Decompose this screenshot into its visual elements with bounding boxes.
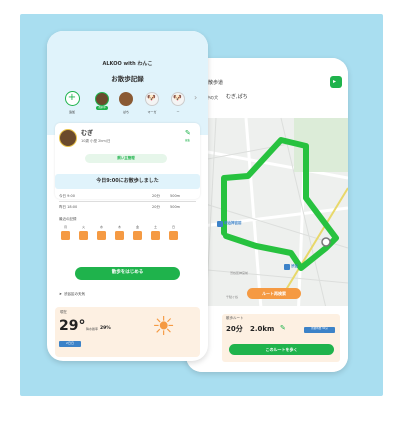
weekday-label: 日 (171, 225, 175, 229)
dog-avatar-marga[interactable]: 🐶 (145, 92, 159, 106)
current-location-marker (321, 237, 331, 247)
app-title: ALKOO with わんこ (102, 61, 153, 67)
walk-distance-yesterday: 500m (170, 205, 181, 209)
dog-label-pachi: ぱち (122, 110, 129, 114)
layers-button[interactable]: ▸ (330, 76, 342, 88)
route-title: 散歩ルート (226, 316, 244, 320)
weather-tag: 2日日 (59, 341, 81, 347)
dog-avatar-pachi[interactable] (119, 92, 133, 106)
dog-face-icon: 🐶 (147, 94, 156, 102)
map-header-title: 散歩道 (208, 80, 224, 86)
section-title: お散歩記録 (111, 75, 144, 83)
walk-label-today: 今日 9:00 (59, 194, 75, 198)
station-label: 明治神宮前 (224, 221, 242, 225)
walk-day-badge[interactable] (97, 231, 106, 240)
add-dog-label: 追加 (68, 110, 75, 114)
temperature-value: 29° (59, 318, 86, 334)
edit-label: 編集 (185, 139, 191, 142)
map-phone-screen: ‹ 散歩道 選択中の犬 むぎ,ぱち ▸ 明治神宮前 渋谷 渋谷区神宮前 千駄ヶ谷… (186, 58, 348, 372)
metro-label: 渋谷 (291, 264, 298, 268)
divider (59, 201, 196, 202)
dog-avatar-mugi[interactable] (95, 92, 109, 106)
route-badge: 所要時間 30分 (304, 327, 335, 333)
selected-badge: 選択中 (96, 106, 108, 110)
metro-icon (284, 264, 290, 270)
weekday-label: 土 (153, 225, 157, 229)
pencil-icon[interactable]: ✎ (185, 130, 191, 137)
pencil-icon[interactable]: ✎ (280, 325, 286, 332)
sun-icon: ☀ (152, 312, 176, 342)
weekday-label: 木 (117, 225, 121, 229)
dog-label-other: ー (176, 110, 180, 114)
weekday-label: 金 (135, 225, 139, 229)
recent-title: 最近の記録 (59, 217, 77, 221)
route-search-button[interactable]: ルート再検索 (247, 288, 301, 299)
walk-distance-today: 500m (170, 194, 181, 198)
walk-duration-yesterday: 20分 (152, 205, 160, 209)
rain-value: 29% (100, 326, 111, 331)
walk-duration-today: 20分 (152, 194, 160, 198)
location-arrow-icon: ➤ (59, 292, 62, 296)
today-message: 今日9:00にお散歩しました (96, 178, 159, 184)
dog-face-icon: 🐶 (173, 94, 182, 102)
walk-label-yesterday: 昨日 18:00 (59, 205, 78, 209)
walk-day-badge[interactable] (115, 231, 124, 240)
owner-manage-button[interactable]: 飼い主管理 (85, 154, 167, 163)
header-background (47, 31, 208, 135)
weather-now-label: 現在 (60, 310, 67, 314)
weekday-label: 火 (81, 225, 85, 229)
profile-avatar (59, 129, 77, 147)
rain-label: 降水確率 (86, 327, 99, 331)
map-icon: ▸ (333, 78, 337, 85)
profile-details: 10歳 小型 2km/日 (81, 139, 111, 143)
add-dog-button[interactable]: + (65, 91, 80, 106)
weekday-label: 水 (99, 225, 103, 229)
walk-day-badge[interactable] (169, 231, 178, 240)
weekday-label: 月 (63, 225, 67, 229)
address-label: 渋谷区神宮前 (230, 271, 249, 275)
profile-name: むぎ (81, 130, 94, 137)
walk-day-badge[interactable] (79, 231, 88, 240)
walk-day-badge[interactable] (61, 231, 70, 240)
home-phone-screen: ALKOO with わんこ お散歩記録 + 追加 選択中 ぱち 🐶 マーガ 🐶… (47, 31, 208, 361)
selected-dogs: むぎ,ぱち (226, 94, 248, 100)
dog-label-marga: マーガ (147, 110, 157, 114)
chevron-right-icon[interactable]: › (194, 94, 197, 102)
walk-route-button[interactable]: このルートを歩く (229, 344, 334, 355)
walk-day-badge[interactable] (151, 231, 160, 240)
start-walk-button[interactable]: 散歩をはじめる (75, 267, 180, 280)
route-distance: 2.0km (250, 325, 275, 333)
address-label: 千駄ヶ谷 (226, 295, 239, 299)
walk-day-badge[interactable] (133, 231, 142, 240)
station-icon (217, 221, 223, 227)
dog-avatar-other[interactable]: 🐶 (171, 92, 185, 106)
weather-header: 渋谷区の天気 (64, 292, 85, 296)
plus-icon: + (67, 92, 77, 103)
route-duration: 20分 (226, 325, 243, 333)
